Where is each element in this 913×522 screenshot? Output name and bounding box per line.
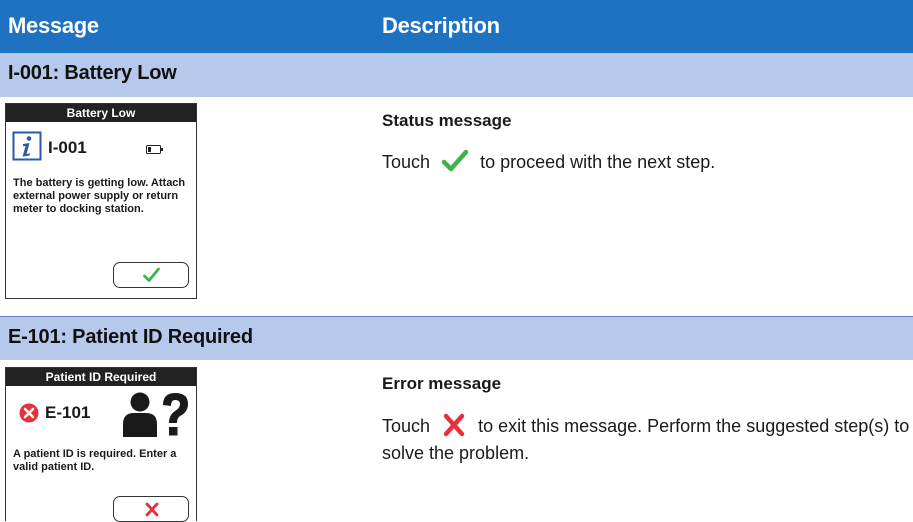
meter-screen: Battery Low I-001 The battery is getting… [5, 103, 197, 299]
meter-screen: Patient ID Required E-101 A patient ID i… [5, 367, 197, 522]
header-description-label: Description [382, 13, 500, 38]
description-text-before: Touch [382, 152, 431, 172]
screen-text: A patient ID is required. Enter a valid … [13, 448, 177, 473]
error-icon [19, 403, 39, 423]
cancel-button[interactable] [113, 496, 189, 522]
table-header: Message Description [0, 0, 913, 53]
check-icon [441, 150, 469, 172]
section-title-bar: E-101: Patient ID Required [0, 316, 913, 360]
description-text: Touch to exit this message. Perform the … [382, 413, 912, 466]
header-message-label: Message [8, 13, 99, 38]
description-text: Touch to proceed with the next step. [382, 149, 715, 176]
screen-code: I-001 [48, 138, 87, 157]
confirm-button[interactable] [113, 262, 189, 288]
cross-icon [145, 502, 159, 517]
screen-title: Battery Low [6, 104, 196, 122]
screen-title: Patient ID Required [6, 368, 196, 386]
battery-icon [146, 145, 163, 154]
section-title: E-101: Patient ID Required [8, 326, 253, 348]
description-heading: Error message [382, 374, 502, 393]
description-text-before: Touch [382, 416, 431, 436]
info-icon [12, 131, 42, 161]
screen-text: The battery is getting low. Attach exter… [13, 177, 186, 215]
patient-question-icon [123, 392, 188, 437]
section-title: I-001: Battery Low [8, 62, 177, 84]
description-heading: Status message [382, 111, 512, 130]
cross-icon [443, 414, 465, 437]
check-icon [143, 267, 160, 282]
screen-code: E-101 [45, 403, 91, 422]
section-title-bar: I-001: Battery Low [0, 53, 913, 97]
description-text-after: to proceed with the next step. [480, 152, 716, 172]
